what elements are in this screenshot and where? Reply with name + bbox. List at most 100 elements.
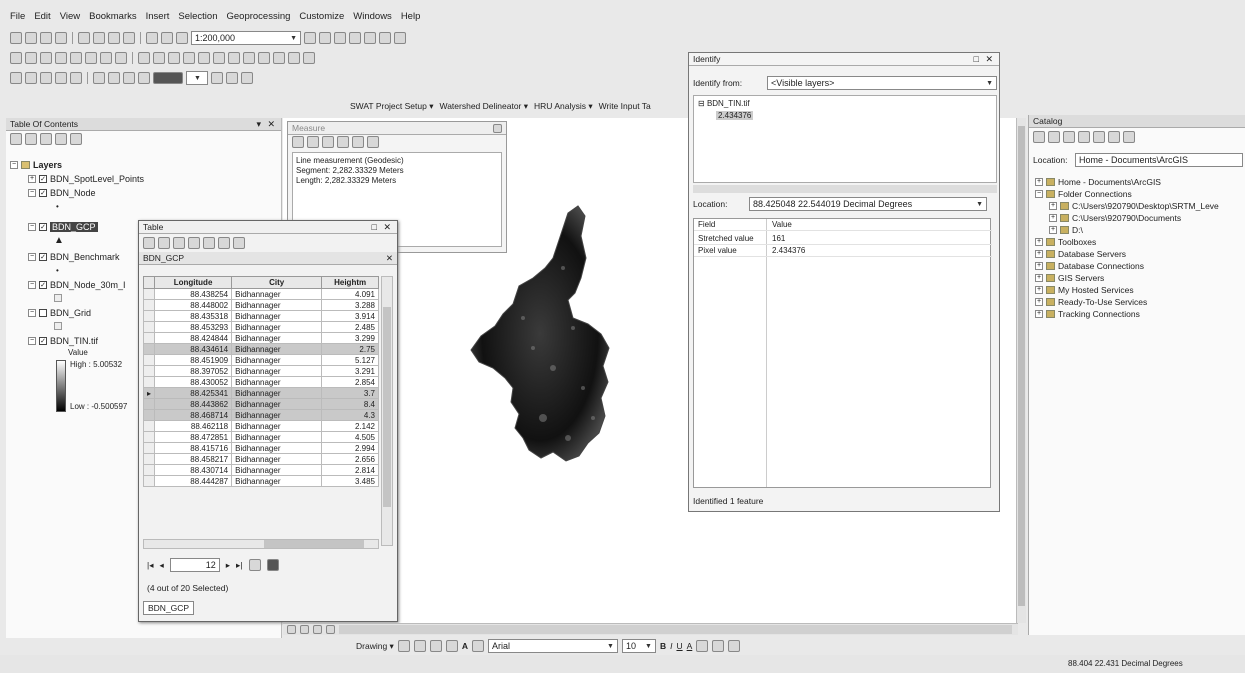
table-cell[interactable]: 2.485 xyxy=(321,321,379,333)
callout-icon[interactable] xyxy=(471,640,484,652)
row-selector-header[interactable] xyxy=(142,276,156,289)
table-row[interactable]: 88.451909 Bidhannager 5.127 xyxy=(142,354,379,366)
expand-icon[interactable]: + xyxy=(1035,274,1043,282)
forward-icon[interactable] xyxy=(115,52,127,64)
undo-icon[interactable] xyxy=(146,32,158,44)
table-cell[interactable]: 88.430052 xyxy=(154,376,233,388)
menu-selection[interactable]: Selection xyxy=(178,11,217,22)
menu-help[interactable]: Help xyxy=(401,11,421,22)
editor-icon[interactable] xyxy=(304,32,316,44)
tool-icon[interactable] xyxy=(25,72,37,84)
toc-window-controls[interactable]: ▾ ✕ xyxy=(256,119,277,130)
list-by-drawing-order-icon[interactable] xyxy=(10,133,22,145)
tool-icon[interactable] xyxy=(241,72,253,84)
column-header[interactable]: City xyxy=(231,276,323,289)
table-row[interactable]: 88.444287 Bidhannager 3.485 xyxy=(142,475,379,487)
table-row[interactable]: 88.415716 Bidhannager 2.994 xyxy=(142,442,379,454)
table-cell[interactable]: Bidhannager xyxy=(231,420,323,432)
select-elements-icon[interactable] xyxy=(168,52,180,64)
marker-color-icon[interactable] xyxy=(728,640,741,652)
italic-icon[interactable]: I xyxy=(670,641,672,651)
table-row[interactable]: 88.472851 Bidhannager 4.505 xyxy=(142,431,379,443)
catalog-tree-item[interactable]: + Tracking Connections xyxy=(1035,309,1140,319)
table-cell[interactable]: Bidhannager xyxy=(231,288,323,300)
table-cell[interactable]: Bidhannager xyxy=(231,365,323,377)
menu-view[interactable]: View xyxy=(60,11,80,22)
drawing-menu[interactable]: Drawing ▾ xyxy=(356,641,394,652)
fixed-zoom-out-icon[interactable] xyxy=(85,52,97,64)
delete-selected-icon[interactable] xyxy=(233,237,245,249)
table-row[interactable]: 88.424844 Bidhannager 3.299 xyxy=(142,332,379,344)
catalog-location-field[interactable]: Home - Documents\ArcGIS xyxy=(1075,153,1243,167)
catalog-tree-item[interactable]: + My Hosted Services xyxy=(1035,285,1134,295)
redo-icon[interactable] xyxy=(161,32,173,44)
row-selector[interactable] xyxy=(142,475,156,487)
paste-icon[interactable] xyxy=(108,32,120,44)
expand-icon[interactable]: + xyxy=(1035,298,1043,306)
table-cell[interactable]: Bidhannager xyxy=(231,321,323,333)
table-row[interactable]: 88.468714 Bidhannager 4.3 xyxy=(142,409,379,421)
visibility-checkbox[interactable]: ✓ xyxy=(39,189,47,197)
font-size-combo[interactable]: 10 ▼ xyxy=(621,639,656,653)
table-row[interactable]: ▸ 88.425341 Bidhannager 3.7 xyxy=(142,387,379,399)
table-cell[interactable]: Bidhannager xyxy=(231,332,323,344)
show-selected-records-icon[interactable] xyxy=(266,559,279,571)
show-all-records-icon[interactable] xyxy=(248,559,261,571)
expand-icon[interactable]: + xyxy=(1049,214,1057,222)
table-cell[interactable]: Bidhannager xyxy=(231,442,323,454)
catalog-tree-item[interactable]: + C:\Users\920790\Documents xyxy=(1049,213,1181,223)
tool-icon[interactable] xyxy=(123,72,135,84)
row-selector[interactable] xyxy=(142,420,156,432)
identify-splitter[interactable] xyxy=(693,185,997,193)
expand-icon[interactable]: + xyxy=(1035,178,1043,186)
toc-layer-spotlevel[interactable]: + ✓ BDN_SpotLevel_Points xyxy=(28,174,144,184)
table-cell[interactable]: Bidhannager xyxy=(231,343,323,355)
previous-record-icon[interactable]: ◂ xyxy=(159,560,163,571)
visibility-checkbox[interactable]: ✓ xyxy=(39,253,47,261)
zoom-in-icon[interactable] xyxy=(10,52,22,64)
open-icon[interactable] xyxy=(25,32,37,44)
close-icon[interactable]: ✕ xyxy=(386,253,393,264)
map-horizontal-scrollbar[interactable] xyxy=(339,625,1012,634)
select-elements-icon[interactable] xyxy=(397,640,410,652)
table-cell[interactable]: 88.438254 xyxy=(154,288,233,300)
write-input-tables-menu[interactable]: Write Input Ta xyxy=(599,101,651,111)
color-ramp-icon[interactable] xyxy=(153,72,183,84)
print-icon[interactable] xyxy=(55,32,67,44)
table-cell[interactable]: Bidhannager xyxy=(231,354,323,366)
table-cell[interactable]: 3.291 xyxy=(321,365,379,377)
table-row[interactable]: 88.453293 Bidhannager 2.485 xyxy=(142,321,379,333)
rotate-icon[interactable] xyxy=(413,640,426,652)
tool-icon[interactable] xyxy=(93,72,105,84)
connect-folder-icon[interactable] xyxy=(1093,131,1105,143)
row-selector[interactable] xyxy=(142,354,156,366)
table-horizontal-scrollbar[interactable] xyxy=(143,539,379,549)
save-icon[interactable] xyxy=(40,32,52,44)
measure-feature-icon[interactable] xyxy=(322,136,334,148)
hru-analysis-menu[interactable]: HRU Analysis ▾ xyxy=(534,101,593,112)
identify-window-controls[interactable]: □ ✕ xyxy=(974,54,995,65)
tool-icon[interactable] xyxy=(138,72,150,84)
table-cell[interactable]: 88.444287 xyxy=(154,475,233,487)
column-header[interactable]: Heightm xyxy=(321,276,379,289)
hyperlink-icon[interactable] xyxy=(198,52,210,64)
toc-layer-tin[interactable]: − ✓ BDN_TIN.tif xyxy=(28,336,98,346)
measure-icon[interactable] xyxy=(228,52,240,64)
refresh-icon[interactable] xyxy=(313,625,322,634)
show-total-icon[interactable] xyxy=(337,136,349,148)
row-selector[interactable] xyxy=(142,343,156,355)
list-by-visibility-icon[interactable] xyxy=(40,133,52,145)
catalog-tree-item[interactable]: + D:\ xyxy=(1049,225,1083,235)
menu-insert[interactable]: Insert xyxy=(146,11,170,22)
line-color-icon[interactable] xyxy=(712,640,725,652)
tool-icon[interactable] xyxy=(70,72,82,84)
first-record-icon[interactable]: |◂ xyxy=(147,560,153,571)
expand-icon[interactable]: + xyxy=(1035,262,1043,270)
tool-icon[interactable] xyxy=(108,72,120,84)
table-row[interactable]: 88.435318 Bidhannager 3.914 xyxy=(142,310,379,322)
table-cell[interactable]: 2.656 xyxy=(321,453,379,465)
layout-view-icon[interactable] xyxy=(300,625,309,634)
forward-icon[interactable] xyxy=(1048,131,1060,143)
measure-line-icon[interactable] xyxy=(292,136,304,148)
delete-icon[interactable] xyxy=(123,32,135,44)
